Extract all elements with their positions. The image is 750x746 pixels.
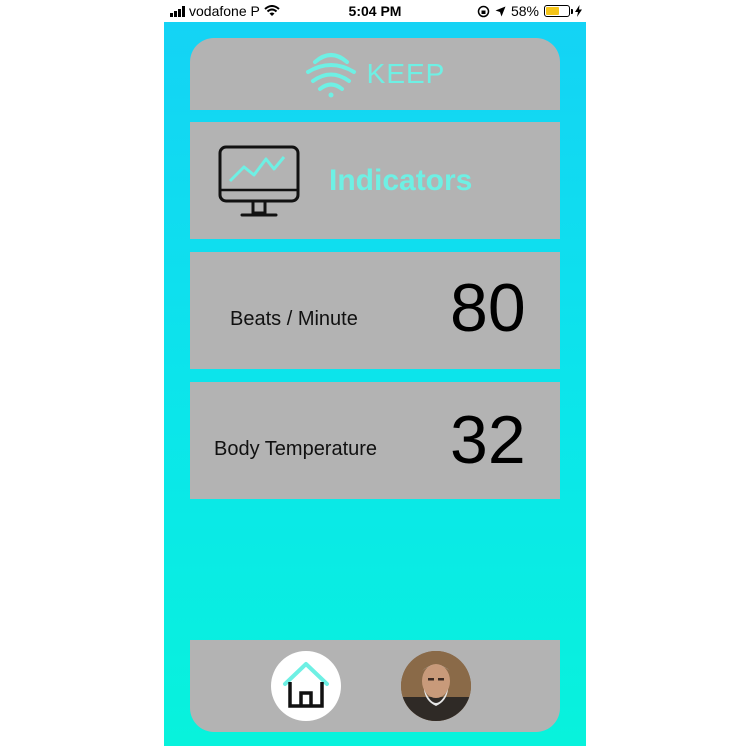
status-right: 58% xyxy=(477,3,582,19)
heart-rate-value: 80 xyxy=(450,270,526,346)
heart-rate-card: Beats / Minute 80 xyxy=(190,252,560,369)
home-button[interactable] xyxy=(271,651,341,721)
location-arrow-icon xyxy=(495,6,506,16)
home-icon xyxy=(283,662,329,708)
indicators-card[interactable]: Indicators xyxy=(190,122,560,239)
status-time: 5:04 PM xyxy=(348,3,402,19)
battery-level xyxy=(546,7,559,15)
status-bar: vodafone P 5:04 PM 58% xyxy=(0,0,750,22)
app-header: KEEP xyxy=(190,38,560,110)
orientation-lock-icon xyxy=(477,5,490,17)
heart-rate-label: Beats / Minute xyxy=(230,308,358,330)
body-temperature-value: 32 xyxy=(450,402,526,478)
indicators-title: Indicators xyxy=(329,164,473,197)
app-title: KEEP xyxy=(366,58,446,89)
body-temperature-label: Body Temperature xyxy=(214,438,378,460)
profile-button[interactable] xyxy=(401,651,471,721)
battery-percent: 58% xyxy=(510,3,539,19)
wifi-signal-icon xyxy=(305,53,356,98)
profile-avatar xyxy=(401,651,471,721)
monitor-chart-icon xyxy=(218,145,300,217)
bottom-nav xyxy=(190,640,560,732)
app-screen: KEEP Indicators Beats / Minute 80 Body T… xyxy=(164,22,586,746)
charging-bolt-icon xyxy=(575,5,582,17)
battery-icon xyxy=(544,5,573,17)
body-temperature-card: Body Temperature 32 xyxy=(190,382,560,499)
